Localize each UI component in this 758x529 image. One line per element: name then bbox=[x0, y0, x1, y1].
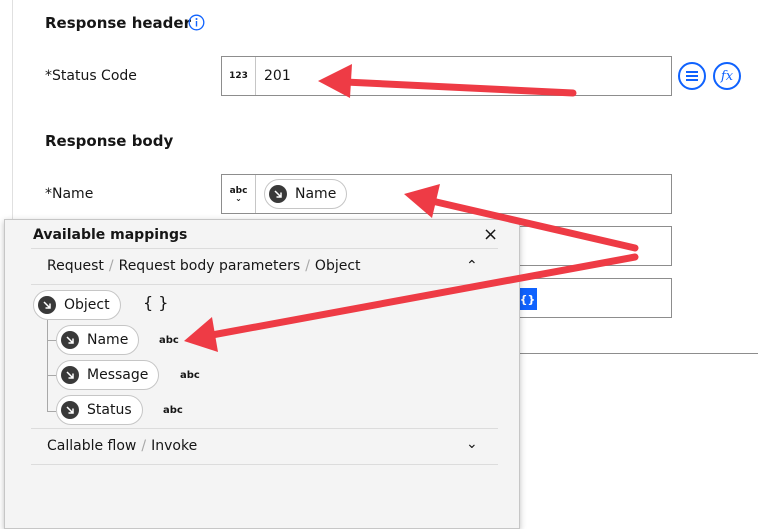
annotation-arrows bbox=[184, 64, 639, 352]
arrow-to-name-mapping bbox=[184, 253, 639, 352]
arrow-to-status-code bbox=[318, 64, 577, 98]
arrow-to-name-chip bbox=[404, 184, 639, 252]
